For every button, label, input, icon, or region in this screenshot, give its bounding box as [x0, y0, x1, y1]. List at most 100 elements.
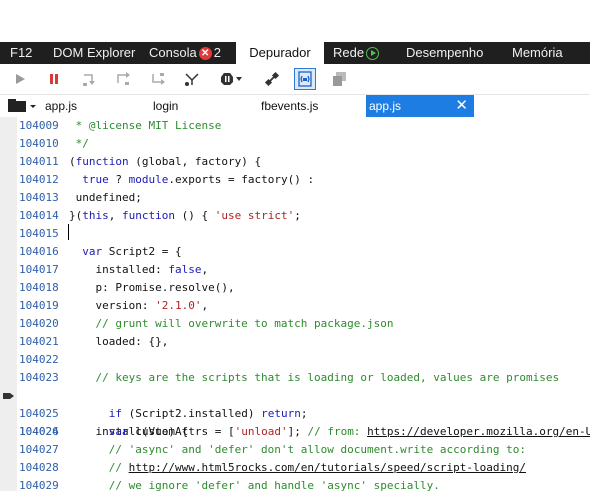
code-token: customAttrs = [: [128, 425, 235, 438]
code-comment: // keys are the scripts that is loading …: [69, 371, 560, 384]
error-icon: ✕: [198, 47, 212, 61]
tab-performance[interactable]: Desempenho: [406, 42, 483, 64]
code-line: 104026 var customAttrs = ['unload']; // …: [0, 423, 590, 441]
step-out-icon: [152, 73, 165, 85]
code-token: ,: [108, 209, 122, 222]
code-line: 104029 // we ignore 'defer' and handle '…: [0, 477, 590, 495]
play-icon: [16, 74, 25, 84]
code-text: undefined;: [69, 191, 142, 204]
code-text: var Script2 = {: [69, 243, 182, 261]
code-text: installed: false,: [69, 261, 208, 279]
step-into-button[interactable]: [80, 69, 100, 89]
code-line: 104024 install(Vue) {: [0, 387, 590, 438]
file-tab-fbevents[interactable]: fbevents.js: [261, 95, 318, 117]
code-token: }(: [69, 209, 83, 222]
devtools-tab-strip: F12 DOM Explorer Consola ✕ 2 Depurador Red…: [0, 42, 590, 64]
tab-memory-label: Memória: [512, 45, 563, 60]
debugger-toolbar: [0, 64, 590, 95]
continue-button[interactable]: [10, 69, 30, 89]
code-comment: //: [69, 461, 129, 474]
code-line: 104015: [0, 225, 590, 243]
break-on-new-worker-button[interactable]: [182, 69, 202, 89]
file-tab-app-js[interactable]: app.js: [45, 95, 77, 117]
code-text: var customAttrs = ['unload']; // from: h…: [69, 423, 590, 441]
code-keyword: var: [108, 425, 129, 438]
line-number: 104017: [19, 263, 59, 276]
code-line: 104013 undefined;: [0, 189, 590, 207]
code-line: 104010 */: [0, 135, 590, 153]
line-number: 104025: [19, 407, 59, 420]
code-comment: // from:: [307, 425, 368, 438]
code-line: 104009 * @license MIT License: [0, 117, 590, 135]
code-line: 104021 loaded: {},: [0, 333, 590, 351]
code-line: 104025 if (Script2.installed) return;: [0, 405, 590, 423]
code-comment: // we ignore 'defer' and handle 'async' …: [69, 479, 440, 492]
line-number: 104012: [19, 173, 59, 186]
code-token: (global, factory) {: [128, 155, 262, 168]
close-icon[interactable]: ✕: [455, 95, 468, 117]
code-text: true ? module.exports = factory() :: [69, 171, 314, 189]
f12-label: F12: [10, 45, 33, 60]
line-number: 104029: [19, 479, 59, 492]
code-token: Script2 = {: [102, 245, 182, 258]
code-token: version:: [69, 299, 156, 312]
code-keyword: if: [108, 407, 122, 420]
code-line: 104014 }(this, function () { 'use strict'…: [0, 207, 590, 225]
tab-debugger-label: Depurador: [249, 45, 311, 60]
document-code-icon: [298, 71, 312, 87]
code-token: ;: [294, 209, 301, 222]
tab-memory[interactable]: Memória: [512, 42, 563, 64]
step-over-button[interactable]: [113, 69, 133, 89]
code-keyword: true: [82, 173, 109, 186]
code-string: 'use strict': [214, 209, 295, 222]
file-tab-label: fbevents.js: [261, 99, 319, 113]
break-button[interactable]: [44, 69, 64, 89]
tab-dom-explorer[interactable]: DOM Explorer: [53, 42, 135, 64]
file-tab-app-js-active[interactable]: app.js ✕: [366, 95, 474, 117]
code-line: 104022: [0, 351, 590, 369]
line-number: 104023: [19, 371, 59, 384]
line-number: 104020: [19, 317, 59, 330]
code-token: (Script2.installed): [122, 407, 262, 420]
code-keyword: function: [75, 155, 129, 168]
code-token: ?: [108, 173, 129, 186]
exception-behavior-button[interactable]: [218, 69, 244, 89]
step-into-icon: [83, 74, 95, 86]
pretty-print-icon: [333, 72, 346, 86]
tab-console[interactable]: Consola ✕ 2: [149, 42, 221, 64]
tab-network[interactable]: Rede: [333, 42, 380, 64]
open-documents-button[interactable]: [6, 95, 36, 117]
line-number: 104019: [19, 299, 59, 312]
step-out-button[interactable]: [148, 69, 168, 89]
just-my-code-button[interactable]: [294, 68, 316, 90]
network-record-icon: [366, 47, 380, 61]
code-comment: // grunt will overwrite to match package…: [69, 317, 394, 330]
code-link[interactable]: http://www.html5rocks.com/en/tutorials/s…: [129, 461, 526, 474]
code-comment: // 'async' and 'defer' don't allow docum…: [69, 443, 526, 456]
code-keyword: this: [82, 209, 109, 222]
code-keyword: var: [82, 245, 103, 258]
code-token: .exports = factory() :: [168, 173, 315, 186]
code-text: loaded: {},: [69, 335, 169, 348]
code-token: () {: [174, 209, 215, 222]
file-tab-login[interactable]: login: [153, 95, 178, 117]
code-text: if (Script2.installed) return;: [69, 405, 308, 423]
file-tab-label: login: [153, 99, 179, 113]
exception-icon: [221, 73, 242, 85]
code-link[interactable]: https://developer.mozilla.org/en-U: [367, 425, 590, 438]
code-string: 'unload': [234, 425, 288, 438]
code-editor[interactable]: 104009 * @license MIT License 104010 */ …: [0, 117, 590, 492]
code-keyword: function: [122, 209, 175, 222]
branch-icon: [185, 73, 199, 86]
pretty-print-button[interactable]: [330, 69, 350, 89]
code-text: * @license MIT License: [69, 119, 222, 132]
code-line: 104017 installed: false,: [0, 261, 590, 279]
disconnect-button[interactable]: [262, 69, 282, 89]
line-number: 104014: [19, 209, 59, 222]
tab-debugger[interactable]: Depurador: [236, 42, 324, 64]
code-token: ,: [201, 299, 209, 312]
code-text: }(this, function () { 'use strict';: [69, 207, 301, 225]
